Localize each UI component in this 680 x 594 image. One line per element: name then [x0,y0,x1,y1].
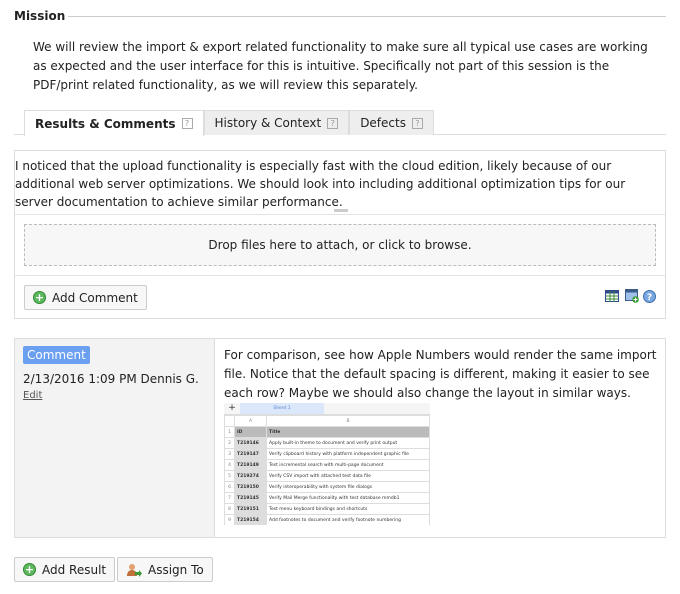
table-row: 4 T219149 Test incremental search with mul… [224,459,430,471]
mission-heading: Mission [14,9,66,23]
tab-label: History & Context [214,116,322,130]
divider [15,275,665,276]
add-comment-button[interactable]: + Add Comment [24,285,147,310]
table-row: 9 T219154 Add footnotes to document and ve… [224,514,430,525]
divider [15,214,665,215]
tab-bar: Results & Comments? History & Context? D… [24,110,434,136]
help-icon[interactable]: ? [327,117,339,129]
comment-text: For comparison, see how Apple Numbers wo… [224,348,657,400]
tab-results-comments[interactable]: Results & Comments? [24,110,204,136]
table-row: 5 T219274 Verify CSV import with attached … [224,470,430,482]
assign-to-button[interactable]: Assign To [117,557,213,582]
mission-text: We will review the import & export relat… [33,40,648,92]
plus-circle-icon: + [23,563,36,576]
image-add-icon[interactable] [625,289,639,303]
help-icon[interactable]: ? [411,117,423,129]
comment-meta-column [15,339,215,537]
tab-label: Results & Comments [35,116,176,131]
dropzone-label: Drop files here to attach, or click to b… [208,238,472,252]
button-label: Assign To [148,562,204,577]
table-row: 6 T219150 Verify interoperability with sys… [224,481,430,493]
svg-text:?: ? [647,293,652,303]
table-header-row: 1 ID Title [224,426,430,438]
tab-history-context[interactable]: History & Context? [203,110,350,135]
screenshot-table: AB 1 ID Title 2 T219146 Apply built-in theme … [224,415,430,525]
tab-defects[interactable]: Defects? [349,110,434,135]
resize-handle[interactable] [334,209,348,212]
help-icon[interactable]: ? [643,290,656,303]
help-icon[interactable]: ? [181,118,193,129]
button-label: Add Comment [52,290,138,305]
comment-editor[interactable]: I noticed that the upload functionality … [15,157,655,211]
table-row: 8 T219151 Test menu keyboard bindings and … [224,503,430,515]
button-label: Add Result [42,562,107,577]
assign-user-icon [127,563,142,577]
table-row: 3 T219147 Verify clipboard history with pl… [224,448,430,460]
edit-link[interactable]: Edit [23,390,42,401]
add-sheet-icon: + [228,403,236,413]
divider [68,16,666,17]
table-row: 2 T219146 Apply built-in theme to document… [224,437,430,449]
tab-label: Defects [360,116,406,130]
file-dropzone[interactable]: Drop files here to attach, or click to b… [24,224,656,266]
comment-timestamp-author: 2/13/2016 1:09 PM Dennis G. [23,372,199,386]
sheet-tab: Sheet 1 [240,403,324,414]
table-row: 7 T219145 Verify Mail Merge functionality … [224,492,430,504]
table-icon[interactable] [605,290,619,302]
plus-circle-icon: + [33,291,46,304]
attached-screenshot[interactable]: + Sheet 1 AB 1 ID Title 2 T219146 Apply built-… [224,403,430,525]
comment-badge: Comment [23,346,90,364]
add-result-button[interactable]: + Add Result [14,557,116,582]
